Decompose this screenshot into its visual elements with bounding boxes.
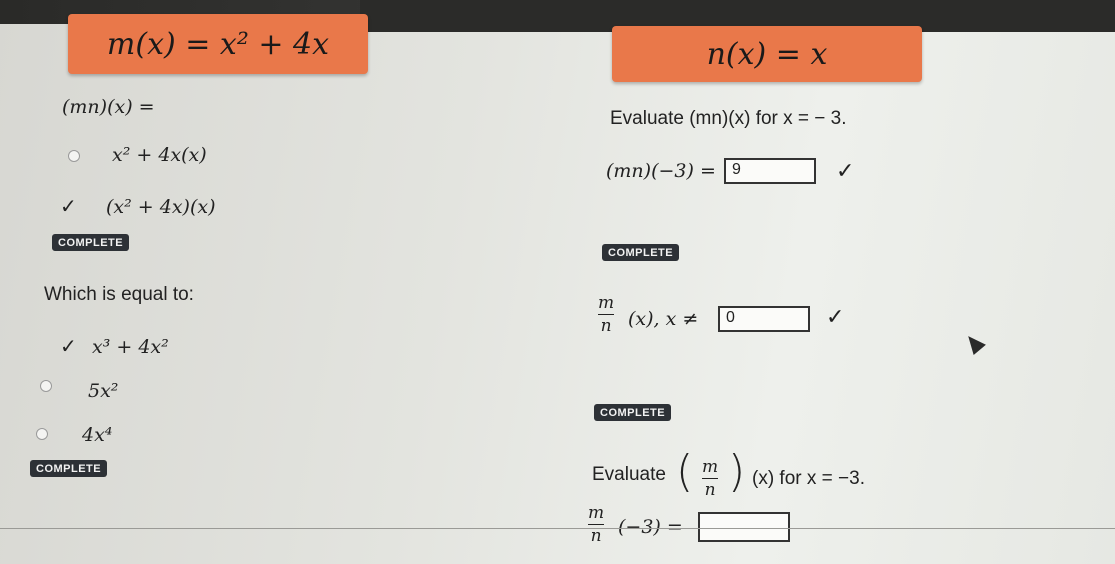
r3-fraction-denominator: n: [704, 480, 716, 500]
r3-fraction-numerator: m: [702, 457, 719, 477]
function-n-card: n(x) = x: [612, 26, 922, 82]
q2-option-3-radio[interactable]: [36, 428, 48, 440]
q1-complete-badge: COMPLETE: [52, 234, 130, 251]
r2-fraction-denominator: n: [600, 316, 612, 336]
r3b-fraction-bar: [588, 524, 605, 525]
q2-option-1-check-icon: ✓: [60, 336, 77, 358]
function-m-card: m(x) = x² + 4x: [68, 14, 368, 74]
q1-option-2-label[interactable]: (x² + 4x)(x): [106, 196, 216, 218]
q1-option-2-check-icon: ✓: [60, 196, 77, 218]
mouse-cursor-icon: [962, 330, 986, 356]
r3-answer-input[interactable]: [698, 512, 790, 542]
r3b-fraction-denominator: n: [590, 526, 602, 546]
r2-fraction-bar: [598, 314, 615, 315]
bottom-divider: [0, 528, 1115, 529]
q1-prompt: (mn)(x) =: [62, 96, 155, 118]
r1-complete-badge: COMPLETE: [602, 244, 680, 261]
r2-fraction: m n: [598, 293, 615, 336]
r2-complete-badge: COMPLETE: [594, 404, 672, 421]
r3-expression: (−3) =: [618, 516, 683, 538]
q2-complete-badge: COMPLETE: [30, 460, 108, 477]
q2-option-2-radio[interactable]: [40, 380, 52, 392]
q1-option-1-label[interactable]: x² + 4x(x): [112, 144, 207, 166]
r3b-fraction-numerator: m: [588, 503, 605, 523]
r1-expression: (mn)(−3) =: [606, 160, 716, 182]
q1-option-1-radio[interactable]: [68, 150, 80, 162]
r2-answer-input[interactable]: 0: [718, 306, 810, 332]
r2-check-icon: ✓: [826, 304, 845, 329]
r3-left-paren: (: [676, 446, 694, 497]
r1-answer-input[interactable]: 9: [724, 158, 816, 184]
function-n-label: n(x) = x: [706, 36, 828, 72]
r2-expression: (x), x ≠: [628, 308, 699, 330]
q2-option-2-label[interactable]: 5x²: [88, 380, 118, 402]
r1-prompt: Evaluate (mn)(x) for x = − 3.: [610, 108, 847, 129]
r3-prompt-word: Evaluate: [592, 464, 666, 485]
r1-check-icon: ✓: [836, 158, 855, 183]
q2-option-1-label[interactable]: x³ + 4x²: [92, 336, 169, 358]
r3-right-paren: ): [728, 446, 746, 497]
r3b-fraction: m n: [588, 503, 605, 546]
q2-prompt: Which is equal to:: [44, 284, 194, 305]
r3-fraction: m n: [702, 457, 719, 500]
function-m-label: m(x) = x² + 4x: [106, 26, 330, 62]
q2-option-3-label[interactable]: 4x⁴: [82, 424, 112, 446]
r2-fraction-numerator: m: [598, 293, 615, 313]
r3-fraction-bar: [702, 478, 719, 479]
r3-prompt-tail: (x) for x = −3.: [752, 468, 865, 489]
